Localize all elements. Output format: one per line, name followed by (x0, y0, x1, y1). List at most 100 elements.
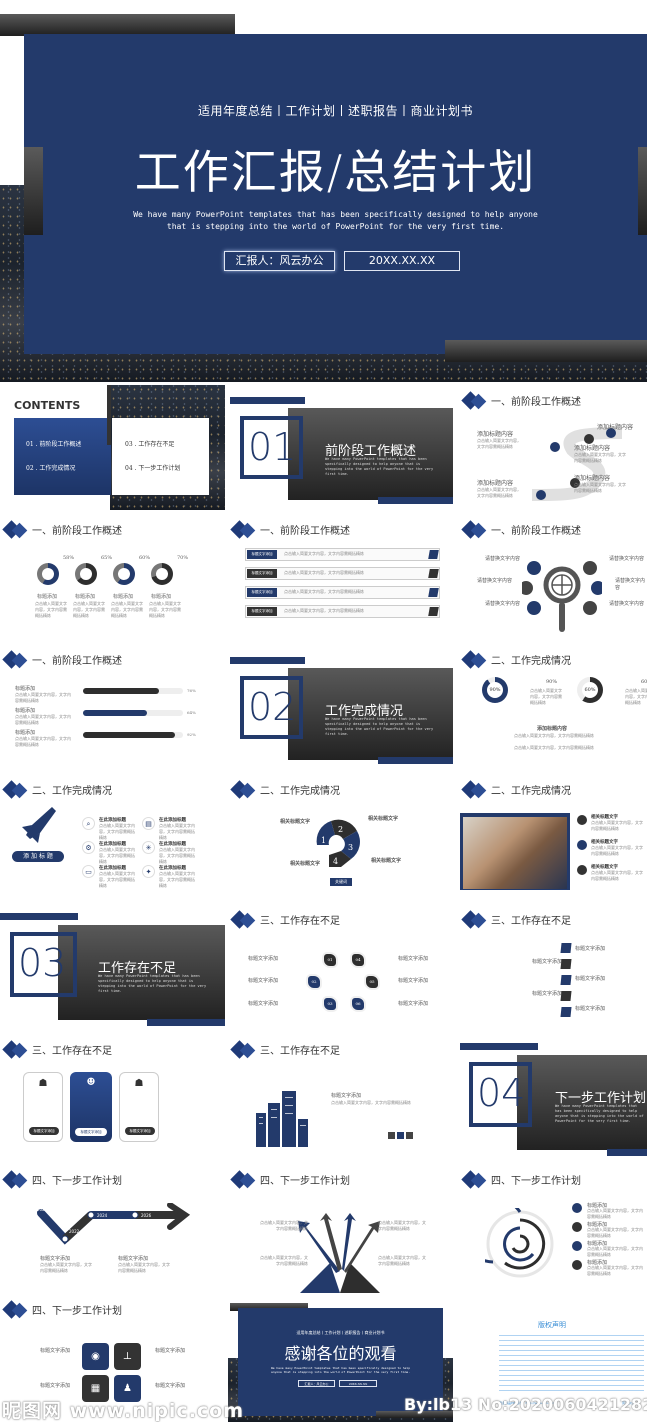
circle-icon (522, 581, 533, 595)
donut-label: 标题添加 (113, 594, 134, 600)
badge-ring: 01 02 03 04 05 06 (308, 950, 378, 1015)
thanks-title: 感谢各位的观看 (284, 1344, 397, 1363)
card-button[interactable]: 标题文字添加 (75, 1128, 107, 1136)
contents-item-1: 01 . 前阶段工作概述 (26, 441, 82, 448)
segment-number: 3 (348, 843, 353, 852)
section-number: 04 (477, 1071, 526, 1115)
section-number: 03 (18, 941, 67, 985)
list-row-icon (428, 569, 439, 578)
cover-date-box: 20XX.XX.XX (344, 251, 460, 271)
bullet-icon (577, 840, 587, 850)
card-button[interactable]: 标题文字添加 (29, 1127, 59, 1135)
number-badge: 04 (352, 954, 364, 966)
square-icon (560, 975, 572, 985)
progress-fill (83, 688, 159, 694)
slide-teamwork: 二、工作完成情况 相关标题文字 点击输入简要文字内容，文字内容需概括精炼 相关标… (457, 775, 647, 900)
site-watermark: 昵图网 www.nipic.com (2, 1400, 245, 1422)
small-icon-button[interactable] (397, 1132, 404, 1139)
bullet-icon (572, 1260, 582, 1270)
list-row-tag: 标题文字添加 (247, 588, 277, 597)
section-top-bar (460, 1043, 538, 1050)
thanks-subtitle: 适用年度总结丨工作计划丨述职报告丨商业计划书 (296, 1330, 385, 1335)
bullet-icon (572, 1241, 582, 1251)
progress-fill (83, 710, 147, 716)
slide-s-curve: 一、前阶段工作概述 添加标题内容 点击输入简要文字内容，文字内容需概括精炼 添加标… (457, 385, 647, 510)
progress-title: 标题添加 (15, 730, 36, 736)
slide-question-mark: 二、工作完成情况 1 2 3 4 关键词 相关标题文字 相关标题文字 相关标题文… (228, 775, 453, 900)
section-number: 01 (248, 425, 297, 469)
donut-label: 标题添加 (37, 594, 58, 600)
slide-arrows-fan: 四、下一步工作计划 点击输入简要文字内容，文字内容需概括精炼 点击输入简要文字内… (228, 1165, 453, 1295)
circle-icon (527, 601, 541, 615)
number-badge: 01 (324, 954, 336, 966)
puzzle-icon: ✦ (142, 865, 155, 878)
contents-navy-panel (14, 418, 111, 495)
donut-ring (151, 563, 173, 585)
slide-badges: 三、工作存在不足 01 02 03 04 05 06 标题文字添加 标题文字添加 标题文字… (228, 905, 453, 1030)
section-bottom-bar (378, 497, 453, 504)
list-row-icon (428, 550, 439, 559)
progress-percent: 76% (187, 688, 196, 693)
group-icon: ☗ (134, 1078, 144, 1089)
segment-number: 1 (321, 836, 326, 845)
progress-percent: 64% (187, 710, 196, 715)
cover-gray-bar-bottom (445, 340, 647, 362)
rocket-icon (22, 807, 56, 843)
donut-label: 标题添加 (151, 594, 172, 600)
card-button[interactable]: 标题文字添加 (125, 1127, 155, 1135)
search-icon: ⌕ (82, 817, 95, 830)
bullet-icon (577, 815, 587, 825)
card-2: ☻ 标题文字添加 (70, 1072, 112, 1142)
progress-fill (83, 732, 175, 738)
donut-percent: 60% (139, 555, 151, 561)
copyright-title: 版权声明 (538, 1321, 566, 1329)
contents-item-2: 02 . 工作完成情况 (26, 465, 76, 472)
segment-number: 4 (333, 857, 338, 866)
bullet-icon (572, 1203, 582, 1213)
thanks-reporter-box: 汇报人：风云办公 (298, 1380, 335, 1387)
curve-node-icon (550, 442, 560, 452)
section-number: 02 (248, 685, 297, 729)
cover-reporter-box: 汇报人：风云办公 (224, 251, 335, 271)
small-icon-button[interactable] (406, 1132, 413, 1139)
completion-percent: 90% (546, 679, 558, 685)
bullet-icon (572, 1222, 582, 1232)
progress-track (83, 688, 183, 694)
list-row: 标题文字添加 点击输入简要文字内容，文字内容需概括精炼 (245, 586, 440, 599)
slide-timeline: 四、下一步工作计划 2020 2022 2024 2026 标题文字添加 点击输… (0, 1165, 225, 1290)
monitor-icon: ▭ (82, 865, 95, 878)
section-bottom-bar (607, 1149, 647, 1156)
thanks-date-box: 20XX.XX.XX (339, 1380, 377, 1387)
magnifier-graphic (522, 561, 602, 632)
card-1: ☗ 标题文字添加 (23, 1072, 63, 1142)
timeline-year: 2026 (141, 1213, 152, 1218)
section-english: We have many PowerPoint templates that h… (555, 1104, 644, 1123)
timeline-year: 2024 (97, 1213, 108, 1218)
globe-tile-icon: ◉ (82, 1343, 109, 1370)
contents-item-3: 03 . 工作存在不足 (125, 441, 175, 448)
list-row-icon (428, 607, 439, 616)
cover-subtitle: 适用年度总结丨工作计划丨述职报告丨商业计划书 (197, 104, 473, 118)
list-row: 标题文字添加 点击输入简要文字内容，文字内容需概括精炼 (245, 548, 440, 561)
team-icon: ☗ (38, 1078, 48, 1089)
circle-icon (583, 601, 597, 615)
concentric-rings-graphic (485, 1208, 554, 1278)
circle-icon (583, 561, 597, 575)
number-badge: 02 (308, 976, 320, 988)
head-brain-icon: ☻ (86, 1077, 96, 1088)
slide-section-02: 02 工作完成情况 We have many PowerPoint templa… (228, 645, 453, 770)
slide-concentric: 四、下一步工作计划 标题添加 点击输入简要文字内容，文字内容需概括精炼 标题添加… (457, 1165, 647, 1290)
cover-gray-bar-top (0, 14, 235, 36)
small-icon-button[interactable] (388, 1132, 395, 1139)
list-row: 标题文字添加 点击输入简要文字内容，文字内容需概括精炼 (245, 605, 440, 618)
progress-title: 标题添加 (15, 686, 36, 692)
slide-section-03: 03 工作存在不足 We have many PowerPoint templa… (0, 905, 225, 1030)
list-row-tag: 标题文字添加 (247, 569, 277, 578)
section-top-bar (230, 397, 305, 404)
donut-row: 58% 标题添加 点击输入简要文字内容，文字内容需概括精炼 65% 标题添加 点击… (35, 555, 189, 618)
cover-title: 工作汇报/总结计划 (134, 145, 537, 199)
contents-heading: CONTENTS (14, 399, 81, 412)
section-english: We have many PowerPoint templates that h… (325, 457, 434, 476)
card-icon: ▤ (142, 817, 155, 830)
completion-percent: 60% (641, 679, 647, 685)
